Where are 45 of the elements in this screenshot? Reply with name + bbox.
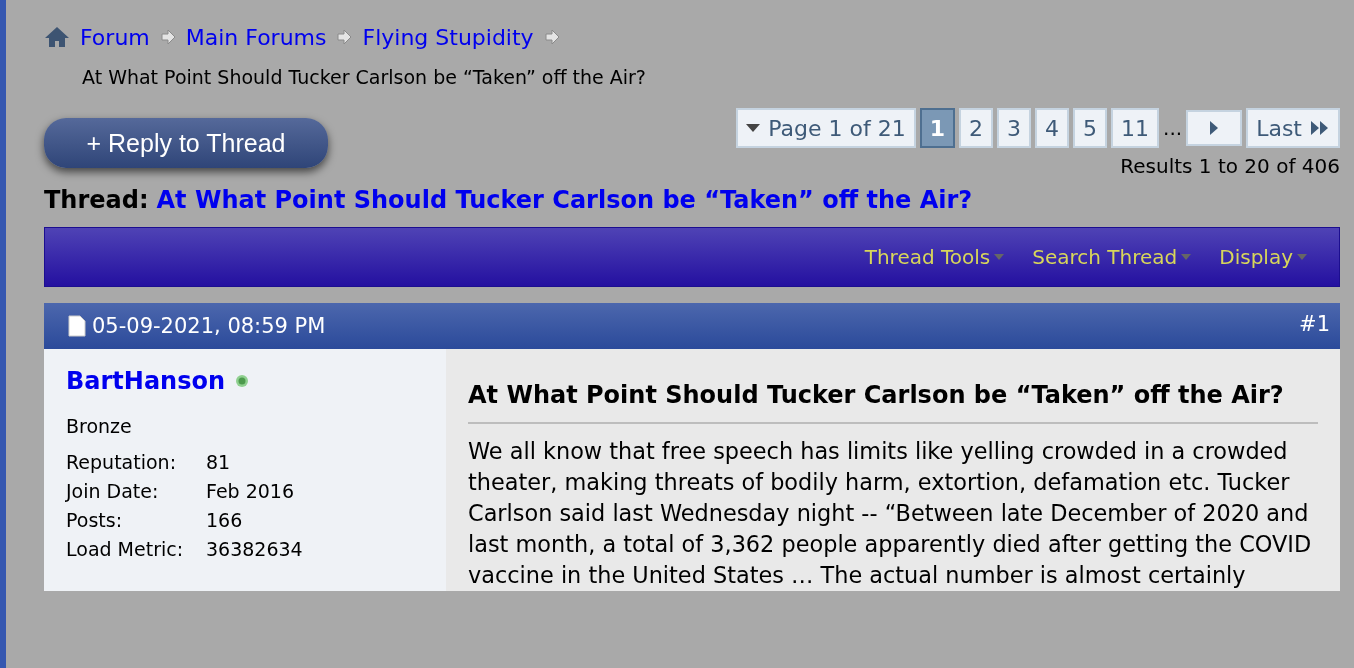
field-label: Load Metric: [66, 538, 185, 560]
last-page-link[interactable]: Last [1246, 108, 1340, 148]
page-link[interactable]: 4 [1035, 108, 1070, 148]
home-icon[interactable] [44, 26, 70, 48]
caret-icon [992, 252, 1007, 262]
breadcrumb-link[interactable]: Flying Stupidity [362, 24, 534, 50]
breadcrumb-link[interactable]: Forum [80, 24, 150, 50]
field-value: 36382634 [206, 538, 304, 560]
field-value: Feb 2016 [206, 480, 296, 502]
breadcrumb-arrow-icon [336, 29, 353, 45]
breadcrumb-arrow-icon [159, 29, 176, 45]
field-value: 81 [206, 451, 232, 473]
next-icon [1209, 120, 1220, 136]
toolbar-menu[interactable]: Thread Tools [864, 245, 1007, 269]
breadcrumb-arrow-icon [543, 29, 560, 45]
results-count: Results 1 to 20 of 406 [1120, 154, 1340, 178]
thread-title-link[interactable]: At What Point Should Tucker Carlson be “Taken” off the Air? [156, 186, 973, 214]
breadcrumb-link[interactable]: Main Forums [185, 24, 327, 50]
thread-label: Thread: [44, 186, 149, 214]
toolbar-menu[interactable]: Display [1219, 245, 1309, 269]
current-page-title: At What Point Should Tucker Carlson be “Taken” off the Air? [82, 66, 647, 88]
toolbar-menu[interactable]: Search Thread [1032, 245, 1194, 269]
username-link[interactable]: BartHanson [66, 367, 226, 395]
field-label: Posts: [66, 509, 124, 531]
post-body: We all know that free speech has limits like yelling crowded in a crowded theater, making threats of bodily harm, extortion, defamation etc. Tucker Carlson said last Wednesday night -- “Between late December of 2020 and last month, a total of 3,362 people apparently died after getting the COVID vaccine in the United States … The actual number is almost certainly [468, 437, 1313, 590]
field-label: Reputation: [66, 451, 178, 473]
post-title: At What Point Should Tucker Carlson be “Taken” off the Air? [468, 379, 1318, 424]
next-page-button[interactable] [1186, 110, 1243, 146]
caret-icon [1295, 252, 1309, 262]
page-link[interactable]: 5 [1073, 108, 1108, 148]
field-label: Join Date: [66, 480, 160, 502]
reply-to-thread-button[interactable]: + Reply to Thread [44, 118, 328, 168]
post-number-link[interactable]: #1 [1299, 312, 1330, 336]
page-link[interactable]: 2 [959, 108, 994, 148]
page-link[interactable]: 3 [997, 108, 1032, 148]
page-jump-dropdown[interactable]: Page 1 of 21 [736, 108, 916, 148]
ellipsis: ... [1163, 116, 1183, 140]
post-date: 05-09-2021, 08:59 PM [92, 314, 326, 338]
double-arrow-icon [1310, 120, 1330, 136]
field-value: 166 [206, 509, 244, 531]
page-link[interactable]: 11 [1111, 108, 1160, 148]
caret-icon [1179, 252, 1194, 262]
document-icon [68, 315, 86, 337]
caret-icon [746, 123, 761, 133]
user-rank: Bronze [66, 415, 133, 437]
